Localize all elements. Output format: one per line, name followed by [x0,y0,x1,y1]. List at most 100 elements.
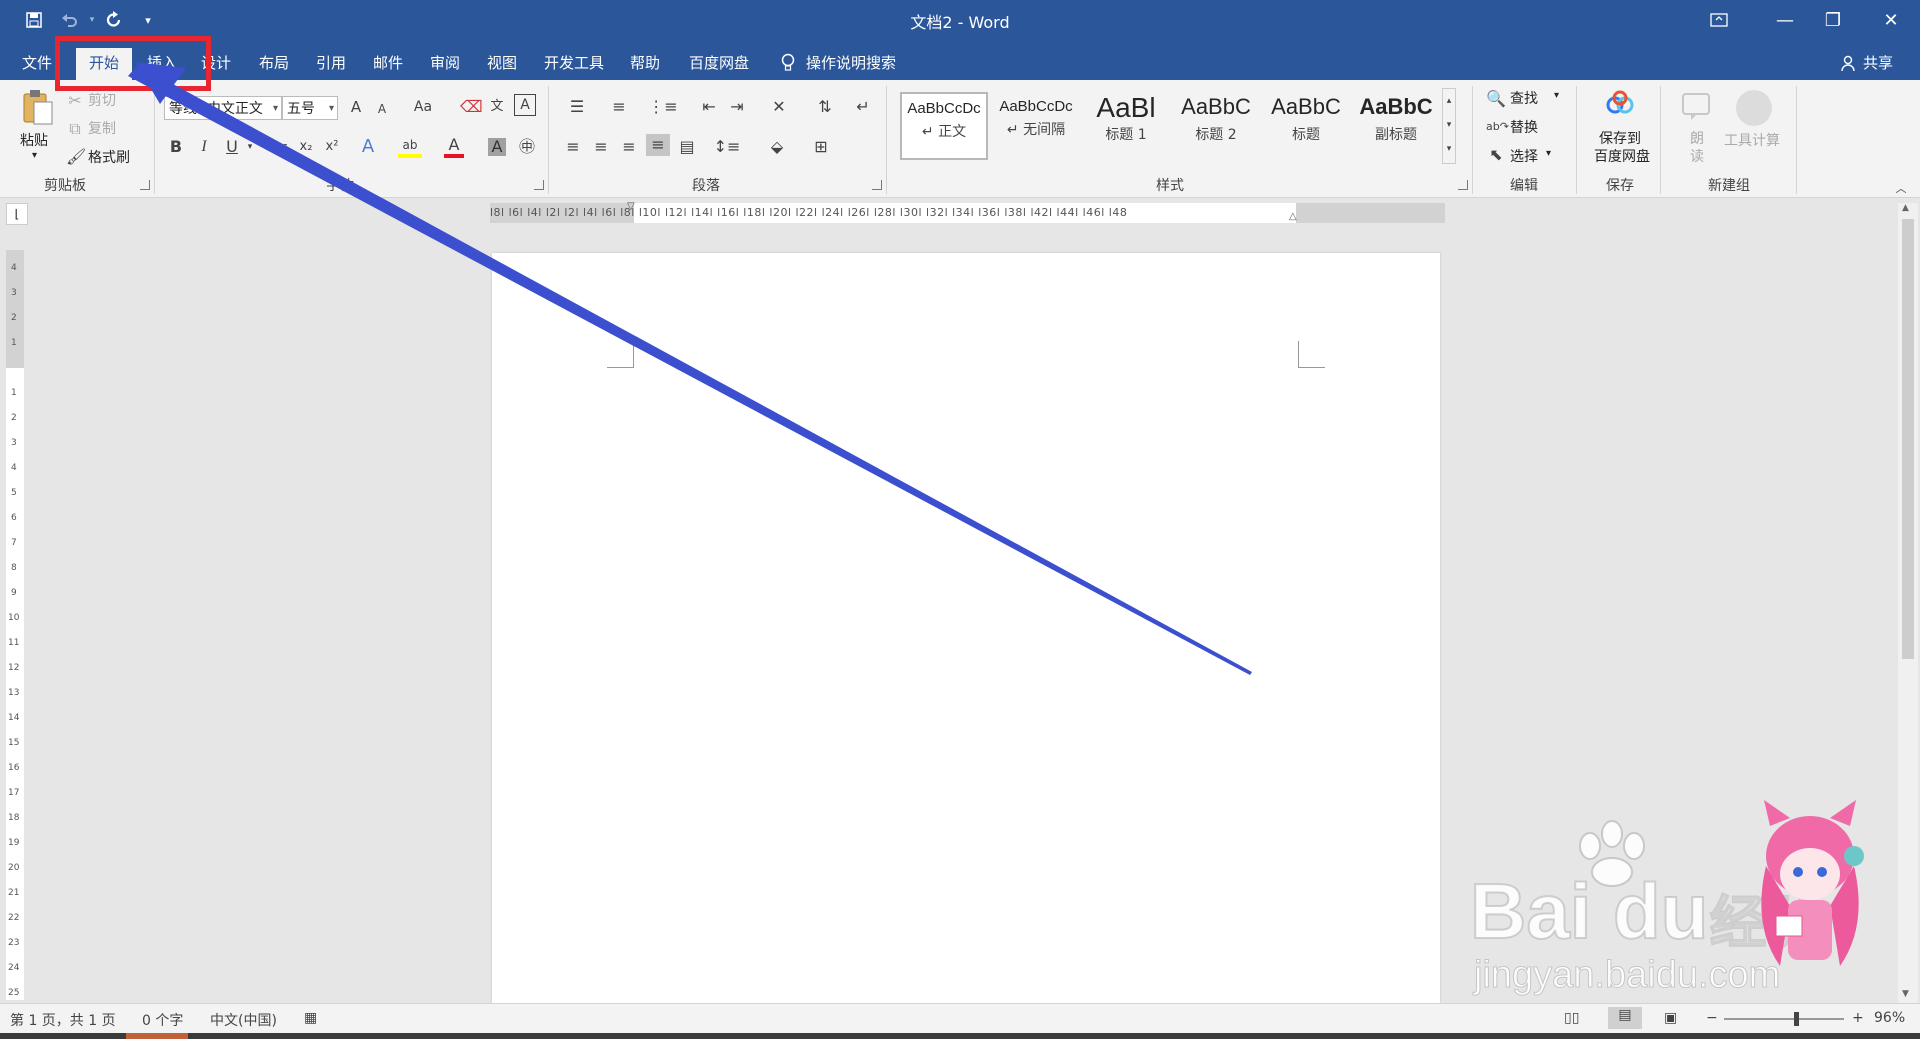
tab-baidu-netdisk[interactable]: 百度网盘 [682,48,756,80]
word-count[interactable]: 0 个字 [142,1010,183,1030]
font-name-combo[interactable]: 等线 (中文正文 ▾ [164,96,282,120]
tab-references[interactable]: 引用 [307,48,355,80]
language[interactable]: 中文(中国) [210,1010,277,1030]
tell-me-search[interactable]: 操作说明搜索 [806,48,906,80]
shading-icon[interactable]: ⬙ [762,136,792,158]
zoom-slider-thumb[interactable] [1794,1012,1799,1026]
chevron-down-icon[interactable]: ▾ [1554,90,1559,101]
web-layout-icon[interactable]: ▣ [1664,1010,1677,1026]
sort-icon[interactable]: ⇅ [814,96,836,118]
highlight-color-button[interactable]: ab [398,136,422,158]
select-label[interactable]: 选择 [1510,146,1538,166]
right-indent-marker-icon[interactable]: △ [1289,211,1297,222]
tab-selector-icon[interactable]: ⌊ [6,203,28,225]
replace-icon[interactable]: ab↷ [1486,116,1509,138]
close-button[interactable]: ✕ [1868,0,1914,40]
decrease-indent-icon[interactable]: ⇤ [698,96,720,118]
tab-layout[interactable]: 布局 [250,48,298,80]
styles-gallery-scroll[interactable]: ▴ ▾ ▾ [1442,88,1456,164]
zoom-slider[interactable] [1724,1012,1844,1026]
style-heading-1[interactable]: AaBl 标题 1 [1082,92,1170,160]
justify-icon[interactable]: ≡ [646,134,670,156]
line-spacing-icon[interactable]: ↕≡ [712,136,742,158]
ribbon-display-options-icon[interactable] [1696,0,1742,40]
increase-indent-icon[interactable]: ⇥ [726,96,748,118]
print-layout-icon[interactable]: ▤ [1608,1007,1642,1029]
strikethrough-button[interactable]: abc [262,136,292,158]
font-dialog-launcher[interactable] [534,180,544,190]
style-heading-2[interactable]: AaBbC 标题 2 [1172,92,1260,160]
restore-button[interactable]: ❐ [1810,0,1856,40]
style-title[interactable]: AaBbC 标题 [1262,92,1350,160]
character-shading-button[interactable]: A [488,138,506,156]
style-no-spacing[interactable]: AaBbCcDc ↵ 无间隔 [992,92,1080,160]
font-size-combo[interactable]: 五号 ▾ [282,96,338,120]
page-count[interactable]: 第 1 页，共 1 页 [10,1010,116,1030]
paragraph-dialog-launcher[interactable] [872,180,882,190]
indent-marker-icon[interactable]: ▽ [627,201,635,212]
scroll-up-icon[interactable]: ▲ [1902,203,1909,213]
share-button[interactable]: 共享 [1860,48,1896,80]
format-painter-label[interactable]: 格式刷 [88,147,130,167]
change-case-icon[interactable]: Aa [408,96,438,118]
document-page[interactable] [492,253,1440,1003]
paste-dropdown-icon[interactable]: ▾ [32,150,37,161]
user-icon[interactable] [1838,48,1858,80]
lightbulb-icon[interactable] [776,48,800,80]
superscript-button[interactable]: x² [322,136,342,158]
collapse-ribbon-icon[interactable]: ︿ [1892,178,1910,200]
chinese-layout-icon[interactable]: ✕ [764,96,794,118]
clear-formatting-icon[interactable]: ⌫ [460,96,483,118]
scrollbar-thumb[interactable] [1902,219,1914,659]
read-mode-icon[interactable]: ▯▯ [1564,1010,1579,1026]
style-subtitle[interactable]: AaBbC 副标题 [1352,92,1440,160]
baidu-netdisk-icon[interactable] [1604,90,1636,120]
find-icon[interactable]: 🔍 [1486,88,1506,110]
macro-record-icon[interactable]: ▦ [304,1010,317,1026]
numbering-icon[interactable]: ≡ [604,96,634,118]
tab-review[interactable]: 审阅 [421,48,469,80]
align-right-icon[interactable]: ≡ [618,136,640,158]
chevron-down-icon[interactable]: ▾ [244,136,256,158]
styles-dialog-launcher[interactable] [1458,180,1468,190]
bold-button[interactable]: B [166,136,186,158]
subscript-button[interactable]: x₂ [296,136,316,158]
align-center-icon[interactable]: ≡ [590,136,612,158]
vertical-ruler[interactable]: 4321 1234 5678 9 10 11 12 13 14 15 16 17 18 19 20… [6,250,24,1000]
find-label[interactable]: 查找 [1510,88,1538,108]
format-painter-icon[interactable]: 🖌 [66,146,86,168]
borders-icon[interactable]: ⊞ [806,136,836,158]
minimize-button[interactable]: — [1762,0,1808,40]
underline-button[interactable]: U [222,136,242,158]
zoom-in-icon[interactable]: + [1852,1010,1864,1026]
tab-file[interactable]: 文件 [16,48,58,80]
phonetic-guide-icon[interactable]: 文 [486,96,508,118]
tab-view[interactable]: 视图 [478,48,526,80]
align-left-icon[interactable]: ≡ [562,136,584,158]
chevron-down-icon[interactable]: ▾ [1546,148,1551,159]
distributed-icon[interactable]: ▤ [676,136,698,158]
paste-label[interactable]: 粘贴 [20,130,48,150]
replace-label[interactable]: 替换 [1510,117,1538,137]
tab-mailings[interactable]: 邮件 [364,48,412,80]
show-marks-icon[interactable]: ↵ [852,96,874,118]
save-to-baidu-netdisk-button[interactable]: 保存到 百度网盘 [1594,130,1650,166]
font-color-button[interactable]: A [444,136,464,158]
style-normal[interactable]: AaBbCcDc ↵ 正文 [900,92,988,160]
paste-icon[interactable] [18,88,58,132]
tab-help[interactable]: 帮助 [621,48,669,80]
clipboard-dialog-launcher[interactable] [140,180,150,190]
text-effects-icon[interactable]: A [358,136,378,158]
italic-button[interactable]: I [194,136,214,158]
bullets-icon[interactable]: ☰ [562,96,592,118]
select-cursor-icon[interactable]: ⬉ [1486,144,1506,166]
zoom-level[interactable]: 96% [1874,1010,1905,1026]
multilevel-list-icon[interactable]: ⋮≡ [648,96,678,118]
enclosed-char-icon[interactable]: ㊥ [516,136,538,158]
zoom-out-icon[interactable]: − [1706,1010,1718,1026]
shrink-font-icon[interactable]: A [372,98,392,120]
enclose-characters-icon[interactable]: A [514,94,536,116]
grow-font-icon[interactable]: A [346,96,366,118]
horizontal-ruler[interactable]: l8l l6l l4l l2l l2l l4l l6l l8l l10l l12… [490,201,1445,223]
tab-developer[interactable]: 开发工具 [537,48,611,80]
